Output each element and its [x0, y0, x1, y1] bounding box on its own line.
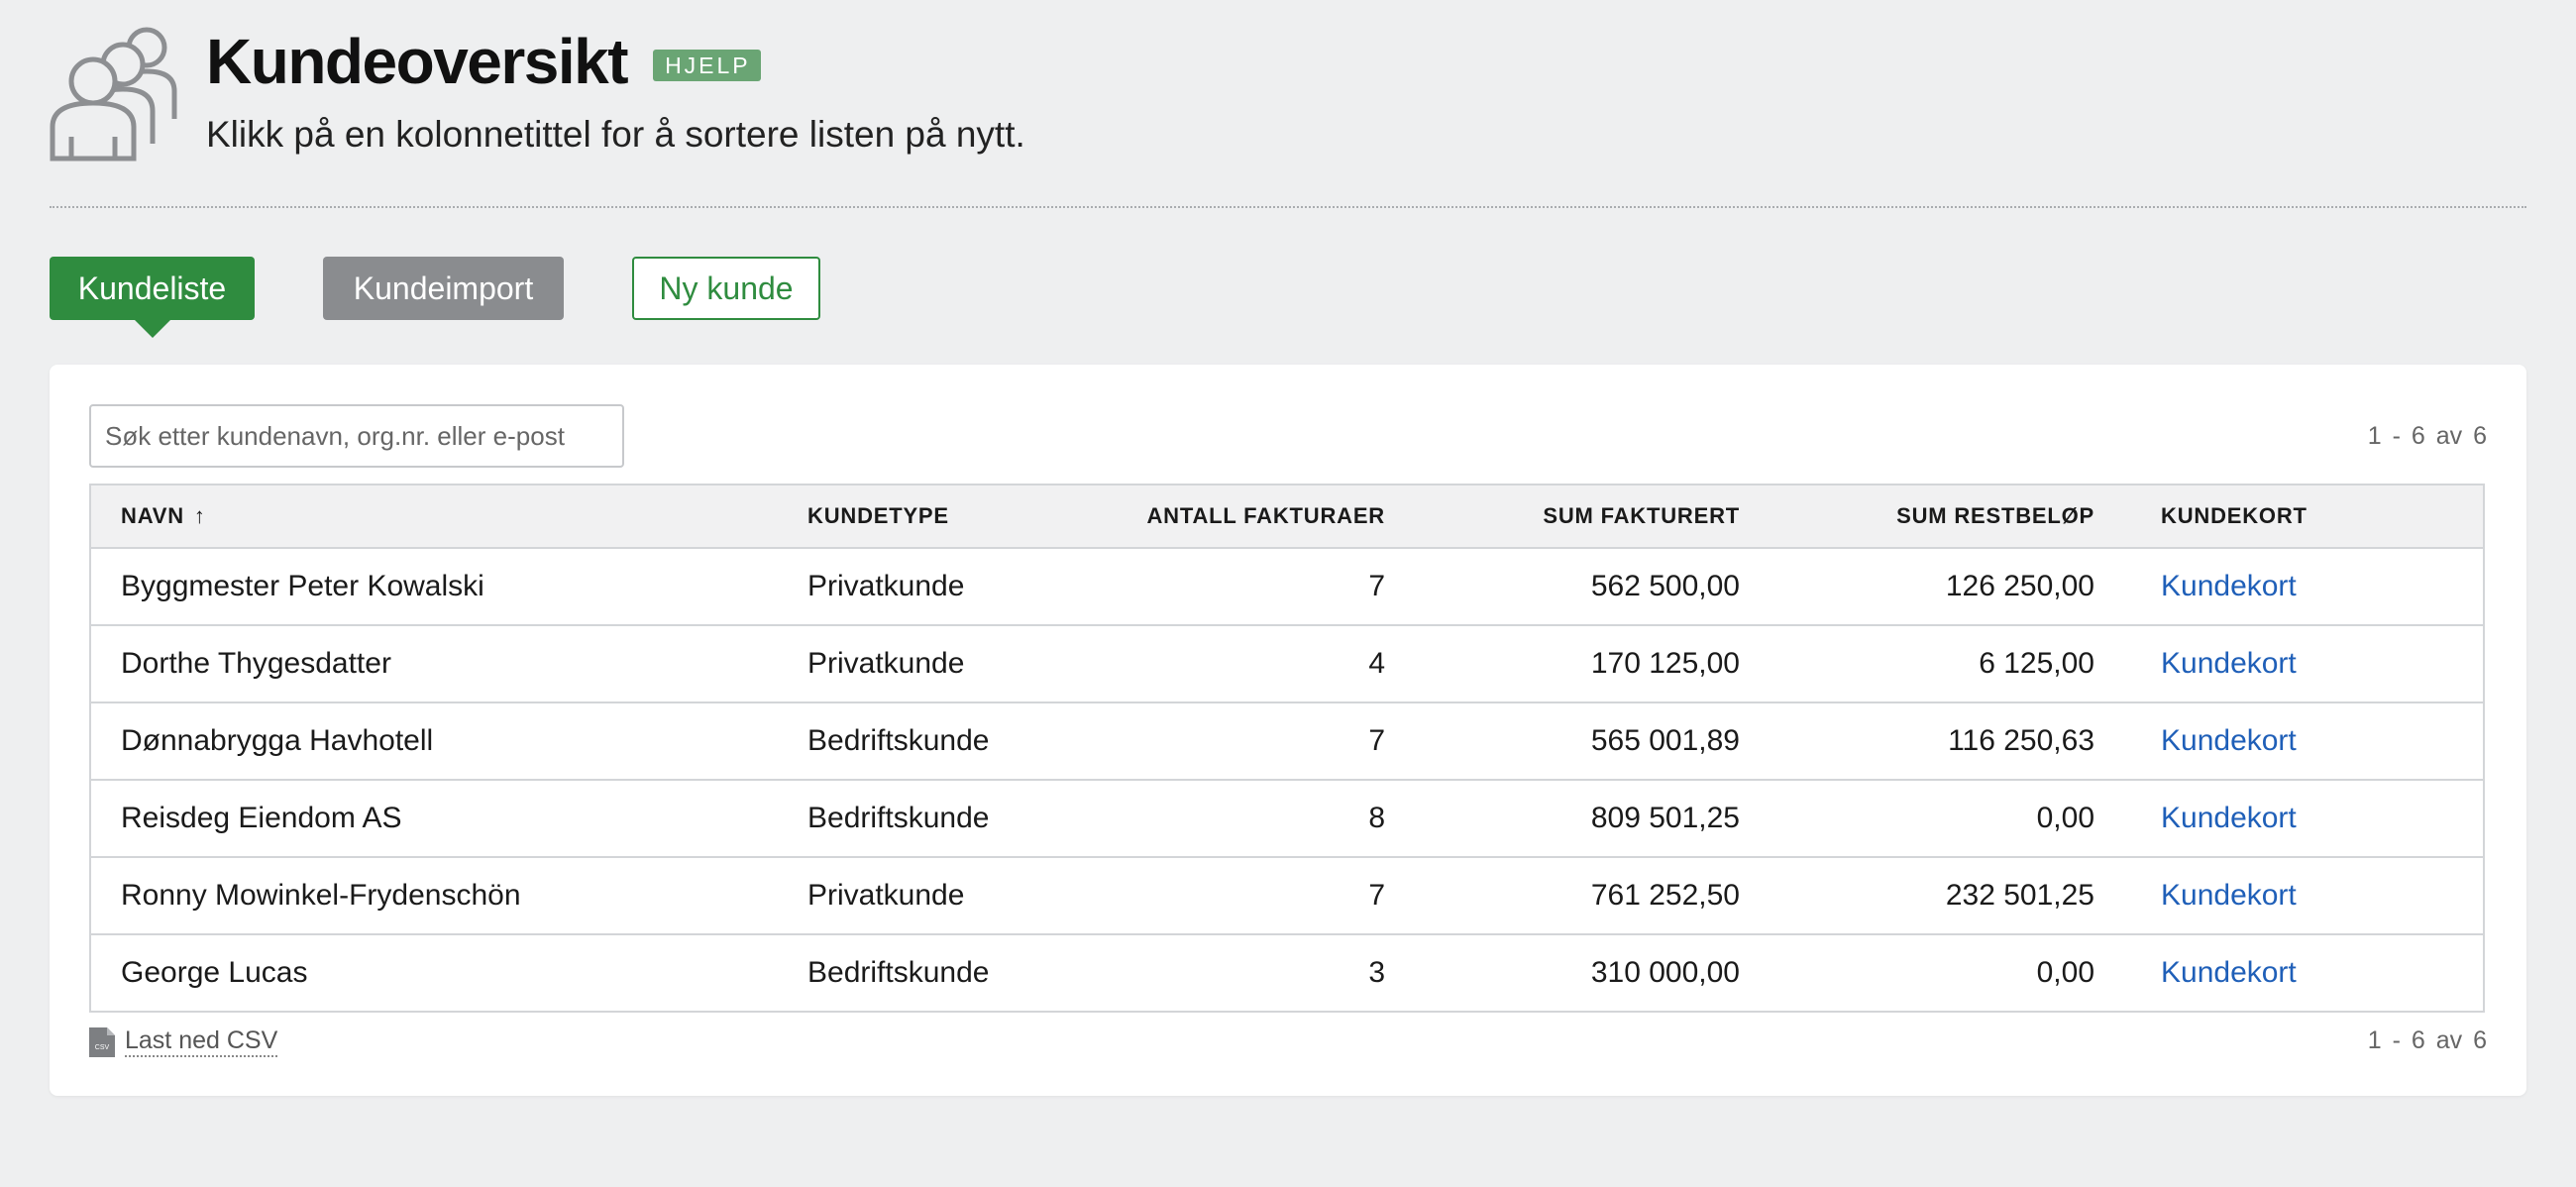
header-divider	[50, 206, 2526, 208]
sum-remaining: 0,00	[2036, 802, 2094, 834]
invoice-count: 3	[1368, 956, 1385, 989]
sum-invoiced: 310 000,00	[1590, 956, 1740, 989]
customer-card-link[interactable]: Kundekort	[2161, 570, 2297, 603]
sum-invoiced: 809 501,25	[1590, 802, 1740, 834]
csv-download: CSV Last ned CSV	[89, 1026, 278, 1057]
customer-type: Privatkunde	[807, 570, 965, 602]
download-csv-link[interactable]: Last ned CSV	[125, 1026, 278, 1057]
sum-remaining: 116 250,63	[1948, 724, 2094, 757]
csv-file-icon: CSV	[89, 1026, 115, 1057]
customer-type: Privatkunde	[807, 879, 965, 912]
column-header-sum-invoiced[interactable]: SUM FAKTURERT	[1543, 486, 1740, 547]
help-badge[interactable]: HJELP	[653, 50, 761, 81]
invoice-count: 7	[1368, 724, 1385, 757]
sum-invoiced: 562 500,00	[1590, 570, 1740, 602]
column-header-name-label: NAVN	[121, 503, 184, 528]
sum-invoiced: 170 125,00	[1590, 647, 1740, 680]
customer-list-panel: 1 - 6 av 6 NAVN ↑ KUNDETYPE ANTALL FAKTU…	[50, 365, 2526, 1096]
csv-icon-text: CSV	[95, 1044, 110, 1051]
new-customer-button[interactable]: Ny kunde	[632, 257, 820, 320]
table-row: Byggmester Peter Kowalski Privatkunde 7 …	[91, 547, 2483, 624]
customer-name: George Lucas	[121, 956, 308, 989]
customer-card-link[interactable]: Kundekort	[2161, 956, 2297, 990]
invoice-count: 7	[1368, 570, 1385, 602]
column-header-sum-remaining[interactable]: SUM RESTBELØP	[1896, 486, 2094, 547]
table-row: Dorthe Thygesdatter Privatkunde 4 170 12…	[91, 624, 2483, 701]
table-row: Ronny Mowinkel-Frydenschön Privatkunde 7…	[91, 856, 2483, 933]
page-title: Kundeoversikt	[206, 26, 629, 97]
tab-customer-import[interactable]: Kundeimport	[323, 257, 564, 320]
customer-type: Privatkunde	[807, 647, 965, 680]
page-header: Kundeoversikt HJELP Klikk på en kolonnet…	[50, 20, 2526, 208]
customer-search-input[interactable]	[89, 404, 624, 468]
customer-card-link[interactable]: Kundekort	[2161, 647, 2297, 681]
column-header-customer-card: KUNDEKORT	[2161, 503, 2308, 528]
sum-remaining: 232 501,25	[1945, 879, 2094, 912]
sum-remaining: 126 250,00	[1945, 570, 2094, 602]
sum-invoiced: 565 001,89	[1590, 724, 1740, 757]
table-header-row: NAVN ↑ KUNDETYPE ANTALL FAKTURAER SUM FA…	[91, 486, 2483, 547]
customer-type: Bedriftskunde	[807, 802, 990, 834]
users-icon	[50, 27, 177, 162]
customer-name: Dønnabrygga Havhotell	[121, 724, 434, 757]
customer-card-link[interactable]: Kundekort	[2161, 802, 2297, 835]
customer-type: Bedriftskunde	[807, 724, 990, 757]
tab-customer-list[interactable]: Kundeliste	[50, 257, 255, 338]
table-row: Dønnabrygga Havhotell Bedriftskunde 7 56…	[91, 701, 2483, 779]
page-subtitle: Klikk på en kolonnetittel for å sortere …	[206, 114, 1025, 155]
customer-name: Reisdeg Eiendom AS	[121, 802, 402, 834]
invoice-count: 8	[1368, 802, 1385, 834]
column-header-name[interactable]: NAVN ↑	[121, 486, 206, 547]
pagination-info-bottom: 1 - 6 av 6	[2367, 1026, 2487, 1054]
customer-name: Byggmester Peter Kowalski	[121, 570, 484, 602]
invoice-count: 7	[1368, 879, 1385, 912]
title-row: Kundeoversikt HJELP	[206, 22, 761, 101]
sum-invoiced: 761 252,50	[1590, 879, 1740, 912]
customer-name: Ronny Mowinkel-Frydenschön	[121, 879, 521, 912]
column-header-invoice-count[interactable]: ANTALL FAKTURAER	[1146, 486, 1385, 547]
customer-card-link[interactable]: Kundekort	[2161, 724, 2297, 758]
arrow-up-icon: ↑	[193, 503, 206, 528]
customer-name: Dorthe Thygesdatter	[121, 647, 391, 680]
invoice-count: 4	[1368, 647, 1385, 680]
customer-card-link[interactable]: Kundekort	[2161, 879, 2297, 913]
sum-remaining: 6 125,00	[1979, 647, 2094, 680]
customer-table: NAVN ↑ KUNDETYPE ANTALL FAKTURAER SUM FA…	[89, 484, 2485, 1013]
pagination-info-top: 1 - 6 av 6	[2367, 422, 2487, 450]
column-header-customer-type[interactable]: KUNDETYPE	[807, 486, 949, 547]
customer-type: Bedriftskunde	[807, 956, 990, 989]
sum-remaining: 0,00	[2036, 956, 2094, 989]
table-row: Reisdeg Eiendom AS Bedriftskunde 8 809 5…	[91, 779, 2483, 856]
table-row: George Lucas Bedriftskunde 3 310 000,00 …	[91, 933, 2483, 1011]
